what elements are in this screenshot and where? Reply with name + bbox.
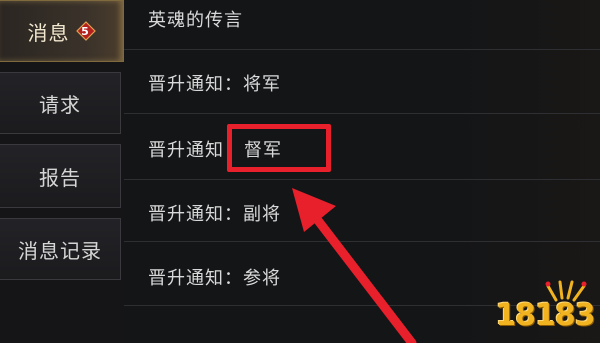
- screenshot-frame: 消息 5 请求 报告 消息记录 英魂的传言 晋升通知：将军 晋升通知 督军 晋升…: [0, 0, 600, 343]
- watermark-logo: 18183: [492, 270, 598, 340]
- watermark-text: 18183: [495, 298, 595, 333]
